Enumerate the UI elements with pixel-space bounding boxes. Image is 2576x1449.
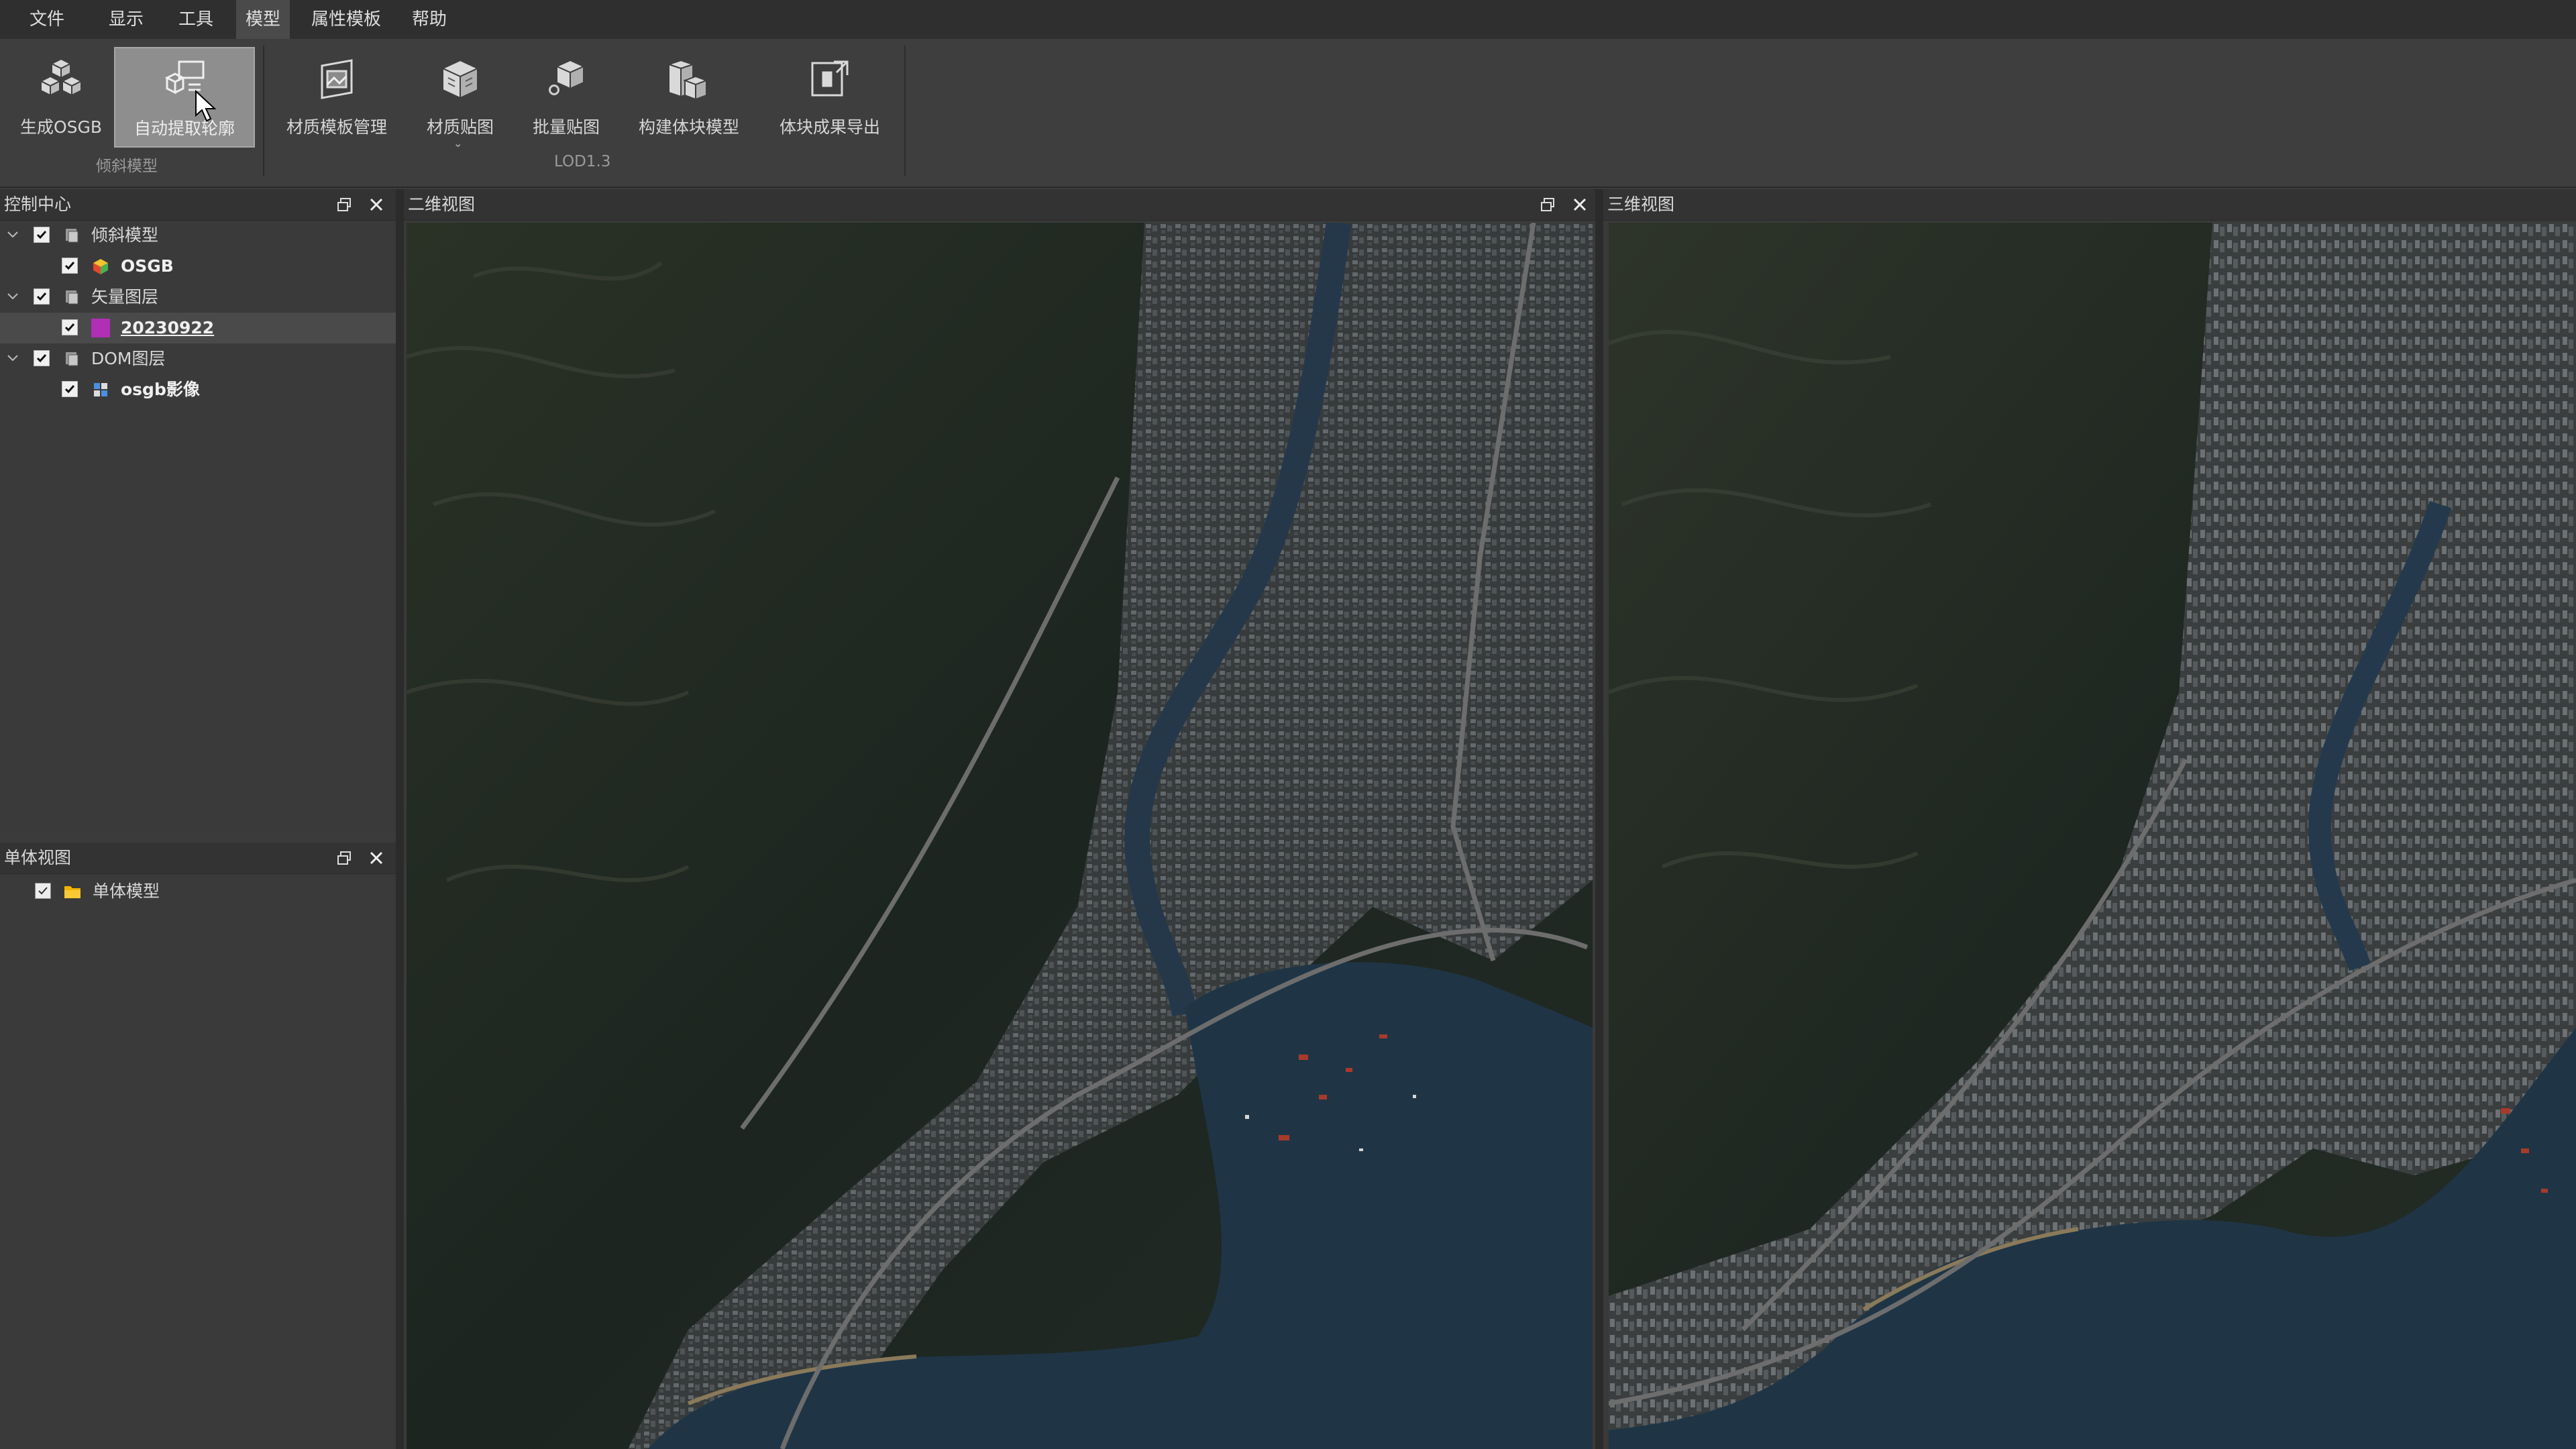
material-texture-button[interactable]: 材质贴图 ⌄ — [411, 47, 510, 150]
tree-item-osgb-image[interactable]: osgb影像 — [0, 374, 396, 405]
single-view-header: 单体视图 — [0, 843, 396, 874]
tree-item-dom-layer[interactable]: DOM图层 — [0, 343, 396, 374]
menu-model[interactable]: 模型 — [236, 0, 290, 39]
mouse-cursor-icon — [195, 90, 217, 122]
auto-extract-contour-label: 自动提取轮廓 — [133, 119, 235, 138]
float-panel-icon[interactable] — [1539, 195, 1559, 215]
view-splitter[interactable] — [1595, 189, 1603, 1449]
block-result-export-label: 体块成果导出 — [779, 117, 880, 137]
satellite-imagery-3d — [1609, 223, 2576, 1449]
layer-checkbox[interactable] — [34, 227, 50, 243]
material-texture-label: 材质贴图 — [426, 117, 494, 137]
layer-checkbox[interactable] — [62, 258, 78, 274]
generate-osgb-label: 生成OSGB — [19, 117, 103, 137]
view-3d-title: 三维视图 — [1607, 195, 1675, 214]
view-2d-header: 二维视图 — [404, 189, 1595, 221]
tree-label: 20230922 — [121, 318, 215, 337]
vector-swatch-icon — [91, 319, 110, 337]
layer-group-icon — [66, 352, 78, 366]
image-layer-icon — [94, 383, 107, 396]
tree-item-single-model[interactable]: 单体模型 — [0, 876, 396, 907]
tree-item-vector-layer[interactable]: 矢量图层 — [0, 282, 396, 313]
control-center-panel: 控制中心 倾斜模型 OSGB 矢量图层 20230922 DOM图层 osgb影… — [0, 189, 396, 833]
layer-checkbox[interactable] — [62, 381, 78, 397]
tree-item-osgb[interactable]: OSGB — [0, 251, 396, 282]
stacked-cubes-icon — [39, 58, 83, 97]
view-3d-header: 三维视图 — [1603, 189, 2576, 221]
block-result-export-button[interactable]: 体块成果导出 — [765, 47, 895, 148]
single-view-panel: 单体视图 单体模型 — [0, 843, 396, 1449]
menu-help[interactable]: 帮助 — [402, 0, 456, 39]
control-center-header: 控制中心 — [0, 189, 396, 221]
texture-cube-icon — [441, 59, 480, 99]
menu-file[interactable]: 文件 — [20, 0, 74, 39]
map-2d-canvas[interactable] — [407, 223, 1593, 1449]
menu-attribute-template[interactable]: 属性模板 — [302, 0, 390, 39]
layer-checkbox[interactable] — [62, 319, 78, 335]
material-template-manage-label: 材质模板管理 — [286, 117, 387, 137]
tree-label: 倾斜模型 — [91, 225, 159, 245]
layer-checkbox[interactable] — [35, 883, 51, 899]
satellite-imagery-2d — [407, 223, 1593, 1449]
menu-bar: 文件 显示 工具 模型 属性模板 帮助 — [0, 0, 2576, 39]
auto-extract-contour-button[interactable]: 自动提取轮廓 — [114, 47, 255, 148]
control-center-title: 控制中心 — [4, 195, 72, 214]
layer-group-icon — [66, 229, 78, 243]
menu-display[interactable]: 显示 — [99, 0, 153, 39]
dropdown-arrow-icon[interactable]: ⌄ — [453, 137, 462, 150]
build-block-model-label: 构建体块模型 — [638, 117, 739, 137]
single-view-title: 单体视图 — [4, 848, 72, 867]
panel-splitter[interactable] — [396, 189, 404, 1449]
material-template-manage-button[interactable]: 材质模板管理 — [276, 47, 397, 148]
ribbon-separator — [263, 46, 264, 176]
float-panel-icon[interactable] — [335, 848, 356, 868]
map-3d-canvas[interactable] — [1609, 223, 2576, 1449]
ribbon-separator — [904, 46, 906, 176]
view-3d-panel: 三维视图 — [1603, 189, 2576, 1449]
view-2d-title: 二维视图 — [408, 195, 476, 214]
folder-icon — [64, 886, 80, 898]
batch-texture-label: 批量贴图 — [532, 117, 600, 137]
layer-group-icon — [66, 290, 78, 305]
tree-item-oblique-model[interactable]: 倾斜模型 — [0, 220, 396, 251]
close-icon[interactable] — [366, 848, 386, 868]
menu-tools[interactable]: 工具 — [169, 0, 223, 39]
close-icon[interactable] — [1570, 195, 1590, 215]
tree-label: 单体模型 — [93, 881, 160, 901]
chevron-down-icon[interactable] — [5, 288, 20, 303]
ribbon-toolbar: 生成OSGB 自动提取轮廓 倾斜模型 材质模板管理 材质贴图 ⌄ 批量贴图 构建… — [0, 39, 2576, 188]
ribbon-group-lod: LOD1.3 — [554, 153, 611, 170]
material-template-icon — [321, 59, 353, 99]
tree-label: 矢量图层 — [91, 287, 159, 307]
tree-label: DOM图层 — [91, 349, 166, 368]
generate-osgb-button[interactable]: 生成OSGB — [19, 47, 103, 148]
tree-label: osgb影像 — [121, 380, 200, 399]
layer-checkbox[interactable] — [34, 288, 50, 305]
block-model-icon — [666, 59, 708, 101]
ribbon-group-oblique: 倾斜模型 — [96, 158, 158, 175]
float-panel-icon[interactable] — [335, 195, 356, 215]
tree-item-20230922[interactable]: 20230922 — [0, 313, 396, 343]
chevron-down-icon[interactable] — [5, 227, 20, 241]
tree-label: OSGB — [121, 256, 174, 276]
export-icon — [811, 60, 849, 97]
close-icon[interactable] — [366, 195, 386, 215]
layer-checkbox[interactable] — [34, 350, 50, 366]
view-2d-panel: 二维视图 — [404, 189, 1595, 1449]
build-block-model-button[interactable]: 构建体块模型 — [624, 47, 754, 148]
batch-texture-button[interactable]: 批量贴图 — [521, 47, 612, 148]
osgb-cube-icon — [93, 259, 108, 274]
chevron-down-icon[interactable] — [5, 350, 20, 365]
batch-texture-icon — [547, 59, 586, 97]
